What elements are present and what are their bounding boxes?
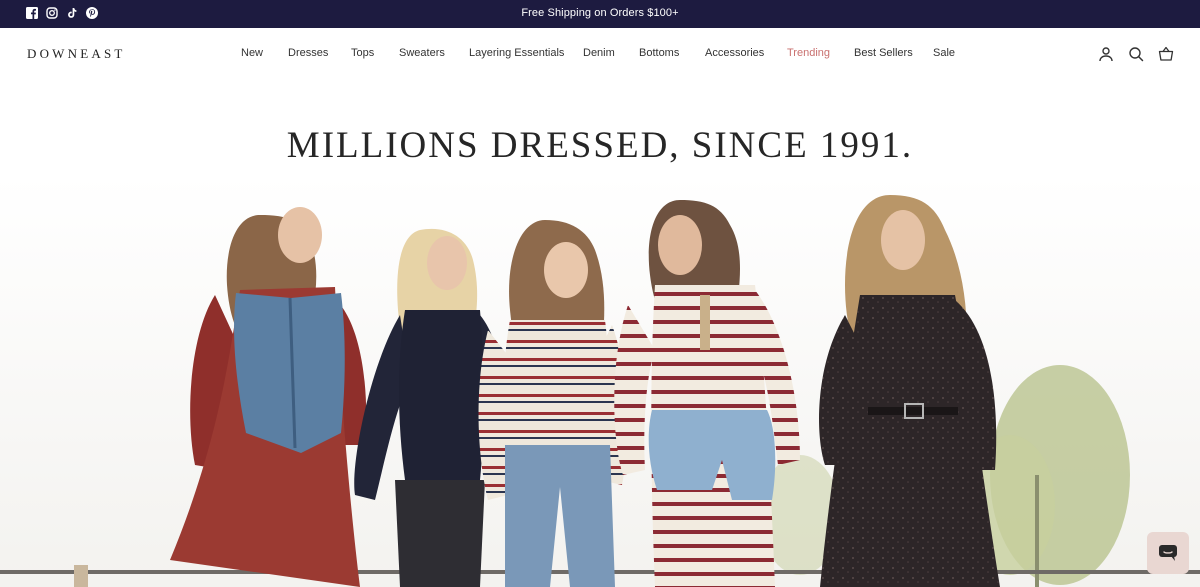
hero-image[interactable] <box>0 175 1200 587</box>
hero-title: MILLIONS DRESSED, SINCE 1991. <box>286 125 914 166</box>
nav-item-accessories[interactable]: Accessories <box>705 47 764 59</box>
cart-icon[interactable] <box>1158 46 1174 62</box>
nav-item-sale[interactable]: Sale <box>933 47 955 59</box>
nav-item-bottoms[interactable]: Bottoms <box>639 47 679 59</box>
chat-button[interactable] <box>1147 532 1189 574</box>
announcement-text[interactable]: Free Shipping on Orders $100+ <box>0 7 1200 19</box>
chat-icon <box>1159 545 1177 561</box>
main-nav: New Dresses Tops Sweaters Layering Essen… <box>0 47 1200 63</box>
nav-item-best-sellers[interactable]: Best Sellers <box>854 47 913 59</box>
nav-item-trending[interactable]: Trending <box>787 47 830 59</box>
header-actions <box>1098 46 1174 62</box>
search-icon[interactable] <box>1128 46 1144 62</box>
account-icon[interactable] <box>1098 46 1114 62</box>
hero-photo-illustration <box>0 175 1200 587</box>
nav-item-new[interactable]: New <box>241 47 263 59</box>
nav-item-layering-essentials[interactable]: Layering Essentials <box>469 47 564 59</box>
site-header: DOWNEAST New Dresses Tops Sweaters Layer… <box>0 28 1200 80</box>
nav-item-dresses[interactable]: Dresses <box>288 47 328 59</box>
nav-item-denim[interactable]: Denim <box>583 47 615 59</box>
nav-item-tops[interactable]: Tops <box>351 47 374 59</box>
nav-item-sweaters[interactable]: Sweaters <box>399 47 445 59</box>
announcement-bar: Free Shipping on Orders $100+ <box>0 0 1200 28</box>
